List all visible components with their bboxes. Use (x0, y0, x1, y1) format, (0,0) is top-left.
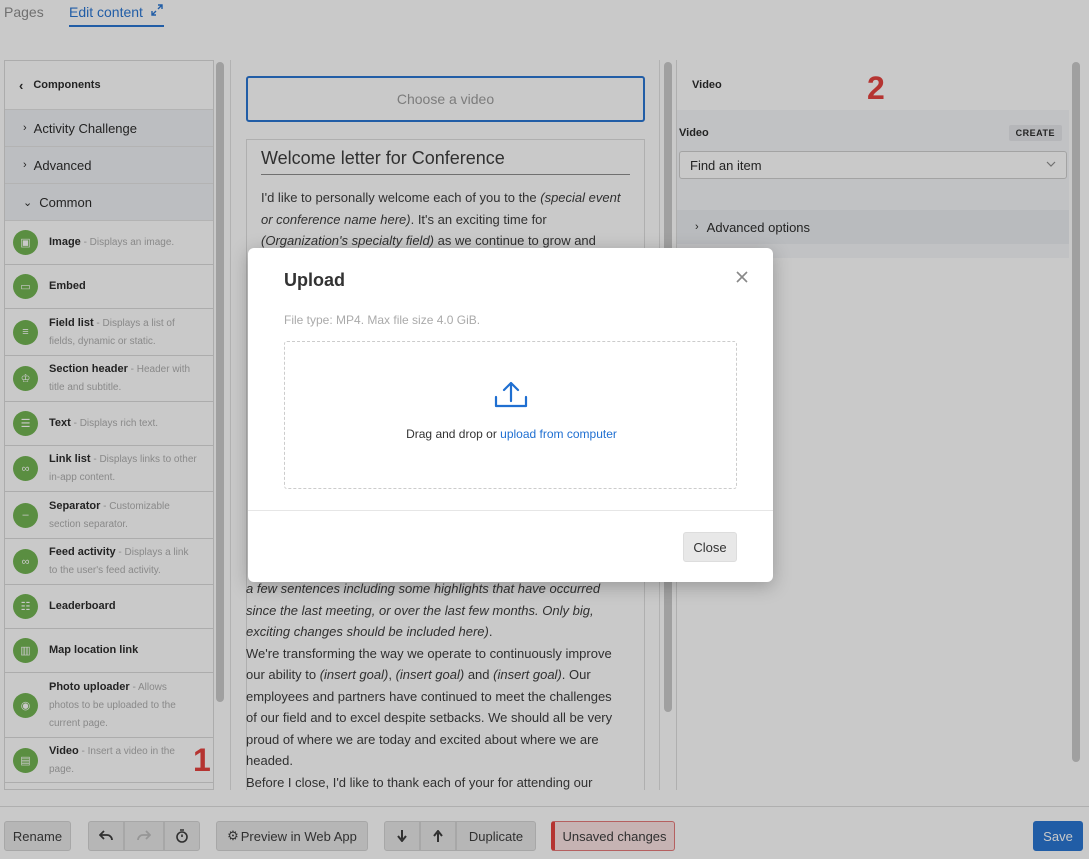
file-type-hint: File type: MP4. Max file size 4.0 GiB. (284, 313, 481, 327)
modal-divider (248, 510, 773, 511)
modal-title: Upload (284, 270, 345, 290)
close-button[interactable]: Close (683, 532, 737, 562)
close-icon[interactable] (733, 268, 751, 286)
upload-modal: Upload File type: MP4. Max file size 4.0… (248, 248, 773, 582)
drop-instructions: Drag and drop or upload from computer (285, 427, 738, 441)
drop-text: Drag and drop or (406, 427, 501, 441)
upload-from-computer-link[interactable]: upload from computer (500, 427, 617, 441)
upload-icon (494, 381, 528, 408)
upload-dropzone[interactable]: Drag and drop or upload from computer (284, 341, 737, 489)
